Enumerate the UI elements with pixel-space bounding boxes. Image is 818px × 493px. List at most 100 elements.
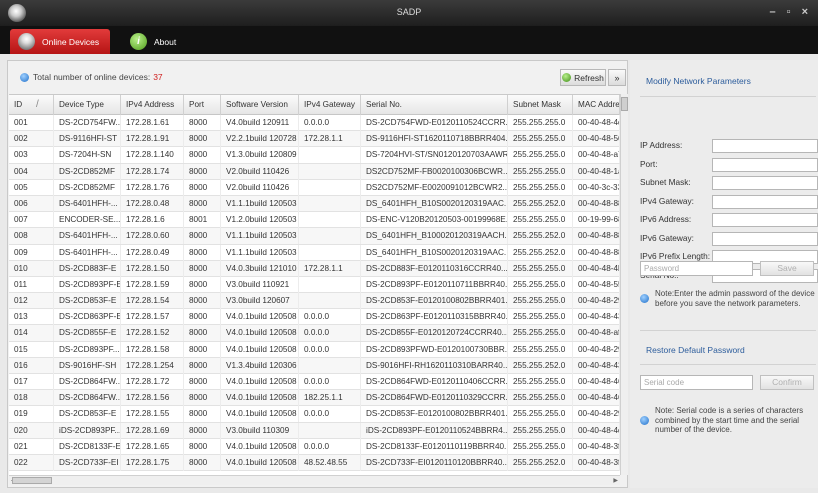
column-header-device-type[interactable]: Device Type — [54, 95, 121, 115]
network-field: Port: — [640, 157, 818, 172]
cell-mac-address: 00-40-48-43- — [573, 309, 620, 326]
cell-ipv4-address: 172.28.1.254 — [121, 357, 184, 374]
vertical-scroll-thumb[interactable] — [621, 97, 628, 111]
divider — [640, 96, 816, 97]
vertical-scrollbar[interactable] — [620, 94, 628, 475]
table-row[interactable]: 019 DS-2CD853F-E 172.28.1.55 8000 V4.0.1buil… — [9, 406, 620, 423]
tab-about[interactable]: i About — [124, 29, 194, 54]
cell-software-version: V4.0.1build 120508 — [221, 341, 299, 358]
table-row[interactable]: 022 DS-2CD733F-EI 172.28.1.75 8000 V4.0.1bui… — [9, 454, 620, 472]
column-header-id[interactable]: ID — [9, 95, 54, 115]
table-row[interactable]: 009 DS-6401HFH-... 172.28.0.49 8000 V1.1.1bu… — [9, 244, 620, 261]
cell-port: 8000 — [184, 163, 221, 180]
cell-port: 8000 — [184, 179, 221, 196]
field-input[interactable] — [712, 176, 818, 190]
table-row[interactable]: 002 DS-9116HFI-ST 172.28.1.91 8000 V2.2.1bui… — [9, 131, 620, 148]
confirm-button[interactable]: Confirm — [760, 375, 814, 390]
info-icon — [640, 294, 649, 303]
table-row[interactable]: 021 DS-2CD8133F-E 172.28.1.65 8000 V4.0.1bui… — [9, 438, 620, 455]
table-row[interactable]: 011 DS-2CD893PF-E 172.28.1.59 8000 V3.0build… — [9, 276, 620, 294]
cell-serial-no: DS_6401HFH_B10S0020120319AAC... — [361, 244, 508, 261]
cell-ipv4-gateway: 0.0.0.0 — [299, 341, 361, 358]
cell-serial-no: DS-2CD8133F-E0120110119BBRR40... — [361, 438, 508, 455]
table-row[interactable]: 003 DS-7204H-SN 172.28.1.140 8000 V1.3.0buil… — [9, 147, 620, 164]
save-button[interactable]: Save — [760, 261, 814, 276]
cell-mac-address: 00-40-48-4b- — [573, 260, 620, 277]
tab-online-devices[interactable]: Online Devices — [10, 29, 110, 54]
field-input[interactable] — [712, 139, 818, 153]
table-row[interactable]: 016 DS-9016HF-SH 172.28.1.254 8000 V1.3.4bui… — [9, 357, 620, 374]
cell-device-type: ENCODER-SE... — [54, 212, 121, 229]
column-header-ipv4-gateway[interactable]: IPv4 Gateway — [299, 95, 361, 115]
cell-ipv4-gateway: 0.0.0.0 — [299, 438, 361, 455]
column-header-serial-no[interactable]: Serial No. — [361, 95, 508, 115]
cell-device-type: DS-2CD855F-E — [54, 325, 121, 342]
table-row[interactable]: 012 DS-2CD853F-E 172.28.1.54 8000 V3.0build … — [9, 293, 620, 310]
cell-mac-address: 00-40-48-a7- — [573, 147, 620, 164]
refresh-button[interactable]: Refresh — [560, 69, 606, 86]
table-row[interactable]: 004 DS-2CD852MF 172.28.1.74 8000 V2.0build 1… — [9, 163, 620, 180]
tab-bar: Online Devices i About — [0, 26, 818, 54]
table-row[interactable]: 018 DS-2CD864FW... 172.28.1.56 8000 V4.0.1bu… — [9, 390, 620, 407]
cell-port: 8000 — [184, 374, 221, 390]
column-header-port[interactable]: Port — [184, 95, 221, 115]
cell-id: 012 — [9, 293, 54, 310]
cell-ipv4-gateway — [299, 147, 361, 164]
cell-ipv4-address: 172.28.1.61 — [121, 115, 184, 131]
table-row[interactable]: 008 DS-6401HFH-... 172.28.0.60 8000 V1.1.1bu… — [9, 228, 620, 245]
cell-id: 003 — [9, 147, 54, 164]
cell-id: 014 — [9, 325, 54, 342]
total-devices-label: Total number of online devices: — [33, 72, 151, 82]
table-row[interactable]: 010 DS-2CD883F-E 172.28.1.50 8000 V4.0.3buil… — [9, 260, 620, 277]
cell-ipv4-address: 172.28.1.58 — [121, 341, 184, 358]
restore-note: Note: Serial code is a series of charact… — [640, 406, 816, 435]
field-input[interactable] — [712, 231, 818, 246]
cell-software-version: V3.0build 110921 — [221, 276, 299, 293]
table-row[interactable]: 013 DS-2CD863PF-E 172.28.1.57 8000 V4.0.1bui… — [9, 309, 620, 326]
cell-device-type: DS-2CD893PF-E — [54, 276, 121, 293]
cell-device-type: DS-6401HFH-... — [54, 228, 121, 245]
cell-port: 8000 — [184, 228, 221, 245]
cell-subnet-mask: 255.255.252.0 — [508, 454, 573, 471]
table-row[interactable]: 006 DS-6401HFH-... 172.28.0.48 8000 V1.1.1bu… — [9, 195, 620, 213]
serial-code-input[interactable]: Serial code — [640, 375, 753, 390]
field-input[interactable] — [712, 157, 818, 172]
column-header-software-version[interactable]: Software Version — [221, 95, 299, 115]
scroll-right-icon[interactable]: ▶ — [613, 477, 618, 484]
table-row[interactable]: 007 ENCODER-SE... 172.28.1.6 8001 V1.2.0buil… — [9, 212, 620, 229]
cell-ipv4-address: 172.28.1.74 — [121, 163, 184, 180]
refresh-icon — [562, 73, 572, 82]
cell-serial-no: DS_6401HFH_B10S0020120319AAC... — [361, 195, 508, 212]
cell-port: 8000 — [184, 390, 221, 407]
cell-subnet-mask: 255.255.255.0 — [508, 422, 573, 439]
cell-id: 018 — [9, 390, 54, 407]
expand-button[interactable]: » — [608, 69, 626, 86]
cell-ipv4-gateway — [299, 422, 361, 439]
column-header-ipv4-address[interactable]: IPv4 Address — [121, 95, 184, 115]
cell-ipv4-address: 172.28.1.72 — [121, 374, 184, 390]
window-title: SADP — [396, 7, 422, 17]
cell-ipv4-address: 172.28.1.52 — [121, 325, 184, 342]
horizontal-scrollbar[interactable]: ◀ ▶ — [9, 475, 620, 485]
horizontal-scroll-thumb[interactable] — [12, 477, 52, 484]
field-input[interactable] — [712, 194, 818, 209]
column-header-mac-address[interactable]: MAC Address — [573, 95, 620, 115]
divider — [640, 364, 816, 365]
window-controls[interactable]: – ▫ × — [769, 6, 812, 18]
password-input[interactable]: Password — [640, 261, 753, 276]
table-row[interactable]: 005 DS-2CD852MF 172.28.1.76 8000 V2.0build 1… — [9, 179, 620, 196]
column-header-subnet-mask[interactable]: Subnet Mask — [508, 95, 573, 115]
cell-mac-address: 00-40-48-29- — [573, 341, 620, 358]
cell-port: 8001 — [184, 212, 221, 229]
cell-ipv4-address: 172.28.1.55 — [121, 406, 184, 423]
cell-port: 8000 — [184, 131, 221, 148]
table-row[interactable]: 015 DS-2CD893PF... 172.28.1.58 8000 V4.0.1bu… — [9, 341, 620, 358]
table-row[interactable]: 020 iDS-2CD893PF... 172.28.1.69 8000 V3.0bui… — [9, 422, 620, 439]
cell-ipv4-address: 172.28.1.56 — [121, 390, 184, 407]
cell-ipv4-gateway — [299, 293, 361, 310]
table-row[interactable]: 014 DS-2CD855F-E 172.28.1.52 8000 V4.0.1buil… — [9, 325, 620, 342]
table-row[interactable]: 001 DS-2CD754FW... 172.28.1.61 8000 V4.0buil… — [9, 115, 620, 132]
cell-id: 022 — [9, 454, 54, 471]
field-input[interactable] — [712, 213, 818, 227]
table-row[interactable]: 017 DS-2CD864FW... 172.28.1.72 8000 V4.0.1bu… — [9, 374, 620, 391]
